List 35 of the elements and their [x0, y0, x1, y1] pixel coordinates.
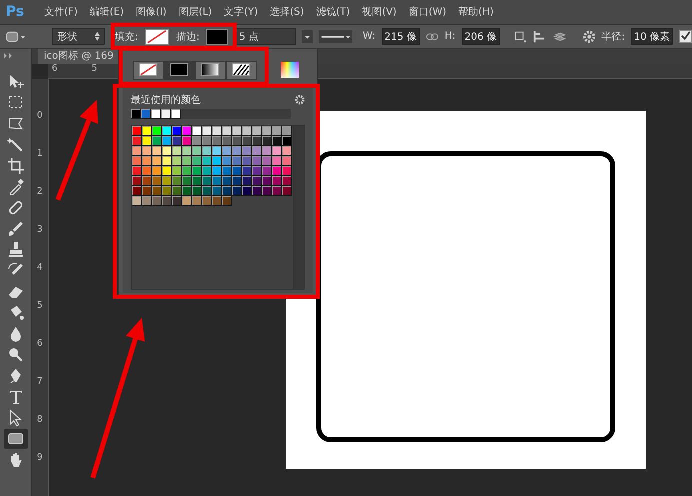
- menu-item[interactable]: 帮助(H): [458, 5, 494, 19]
- stroke-width-field[interactable]: 5 点: [234, 28, 296, 45]
- menu-item[interactable]: 编辑(E): [90, 5, 124, 19]
- menu-item[interactable]: 图层(L): [178, 5, 212, 19]
- document-tab[interactable]: ico图标 @ 169: [38, 49, 120, 64]
- width-label: W:: [362, 31, 376, 42]
- app-logo: Ps: [6, 4, 24, 20]
- ruler-number: 3: [37, 225, 43, 235]
- ruler-number: 9: [37, 453, 43, 463]
- menu-item[interactable]: 窗口(W): [408, 5, 447, 19]
- height-label: H:: [444, 31, 456, 42]
- ruler-number: 7: [37, 377, 43, 387]
- menu-item[interactable]: 文字(Y): [224, 5, 258, 19]
- menu-item[interactable]: 视图(V): [362, 5, 397, 19]
- ruler-number: 6: [52, 64, 58, 76]
- ruler-number: 5: [92, 64, 98, 76]
- ruler-number: 2: [37, 187, 43, 197]
- menu-item[interactable]: 文件(F): [44, 5, 78, 19]
- ruler-number: 0: [37, 111, 43, 121]
- ruler-number: 5: [37, 301, 43, 311]
- width-field[interactable]: 215 像: [382, 28, 420, 45]
- ruler-number: 4: [37, 263, 43, 273]
- ruler-number: 6: [37, 339, 43, 349]
- radius-label: 半径:: [602, 30, 626, 44]
- fill-label: 填充:: [115, 30, 139, 44]
- shape-mode-dropdown[interactable]: 形状: [52, 28, 106, 45]
- ruler-number: 1: [37, 149, 43, 159]
- height-field[interactable]: 206 像: [462, 28, 500, 45]
- menu-item[interactable]: 图像(I): [136, 5, 167, 19]
- menu-item[interactable]: 选择(S): [270, 5, 304, 19]
- ruler-number: 8: [37, 415, 43, 425]
- stroke-label: 描边:: [176, 30, 200, 44]
- panel-title: 最近使用的颜色: [131, 94, 201, 106]
- menu-item[interactable]: 滤镜(T): [316, 5, 350, 19]
- radius-field[interactable]: 10 像素: [631, 28, 674, 45]
